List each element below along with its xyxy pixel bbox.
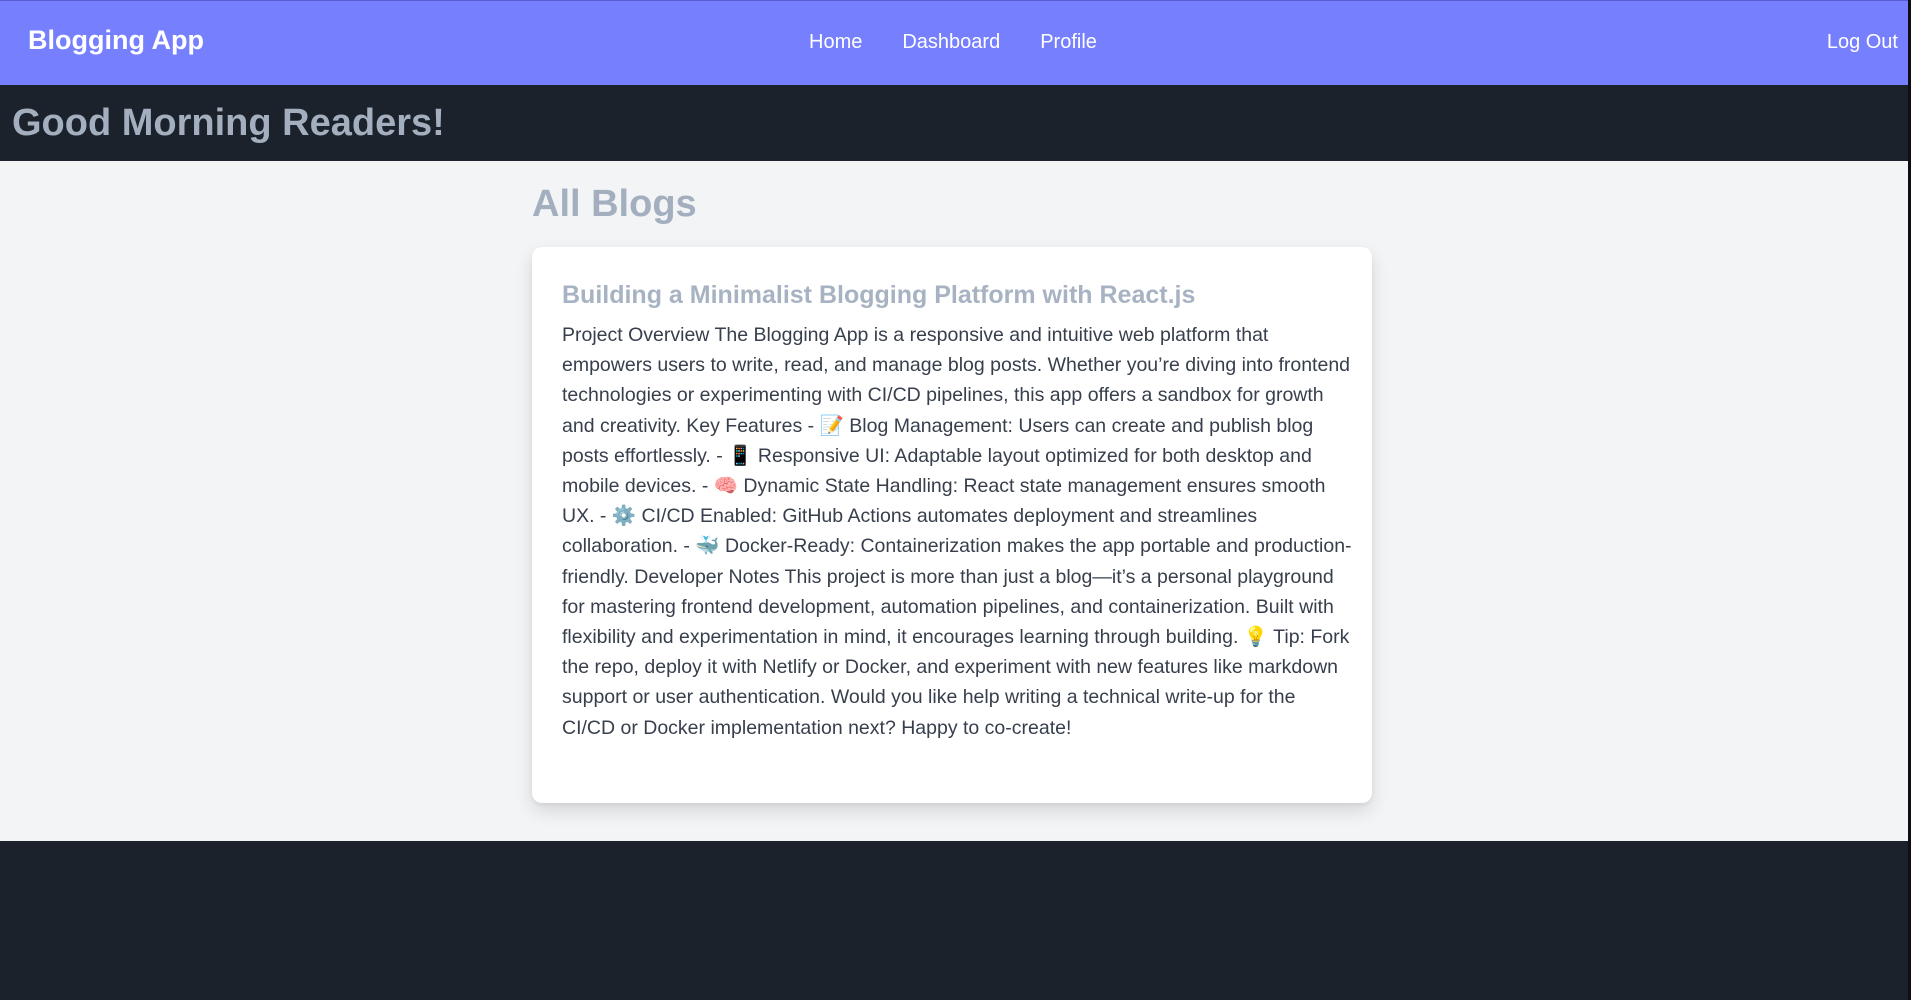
nav-links: Home Dashboard Profile	[809, 31, 1097, 54]
nav-link-profile[interactable]: Profile	[1040, 31, 1097, 54]
brand-logo[interactable]: Blogging App	[28, 25, 204, 56]
logout-button[interactable]: Log Out	[1827, 31, 1898, 54]
main-content: All Blogs Building a Minimalist Blogging…	[0, 161, 1908, 841]
navbar: Blogging App Home Dashboard Profile Log …	[0, 0, 1908, 85]
nav-link-home[interactable]: Home	[809, 31, 862, 54]
blog-card: Building a Minimalist Blogging Platform …	[532, 247, 1372, 803]
app-page: Blogging App Home Dashboard Profile Log …	[0, 0, 1911, 1000]
nav-link-dashboard[interactable]: Dashboard	[902, 31, 1000, 54]
greeting-heading: Good Morning Readers!	[12, 102, 445, 144]
blog-body: Project Overview The Blogging App is a r…	[562, 324, 1352, 739]
greeting-bar: Good Morning Readers!	[0, 85, 1908, 161]
blog-title[interactable]: Building a Minimalist Blogging Platform …	[562, 281, 1342, 310]
page-title: All Blogs	[532, 183, 697, 225]
